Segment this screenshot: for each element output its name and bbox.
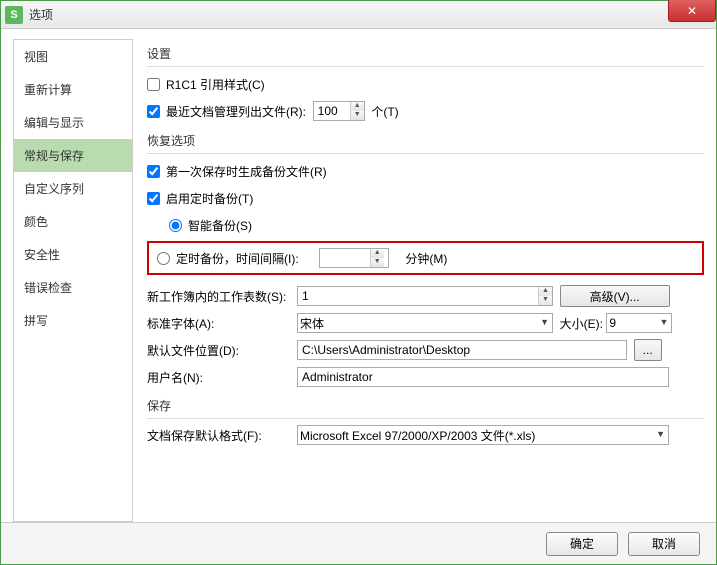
- spinner-down-icon[interactable]: ▼: [351, 111, 364, 120]
- r1c1-checkbox[interactable]: [147, 78, 160, 91]
- interval-input[interactable]: [320, 249, 370, 267]
- recent-files-input[interactable]: [314, 102, 350, 120]
- sidebar-item-general-save[interactable]: 常规与保存: [14, 139, 132, 172]
- first-save-backup-label[interactable]: 第一次保存时生成备份文件(R): [147, 163, 327, 180]
- group-settings-title: 设置: [147, 45, 704, 62]
- sheets-count-spinner[interactable]: ▲▼: [297, 286, 553, 306]
- smart-backup-radio[interactable]: [169, 219, 182, 232]
- group-recovery-title: 恢复选项: [147, 132, 704, 149]
- default-path-input[interactable]: [297, 340, 627, 360]
- sidebar-item-edit-display[interactable]: 编辑与显示: [14, 106, 132, 139]
- sidebar-item-custom-lists[interactable]: 自定义序列: [14, 172, 132, 205]
- sidebar-item-spelling[interactable]: 拼写: [14, 304, 132, 337]
- spinner-down-icon[interactable]: ▼: [539, 296, 552, 305]
- default-path-label: 默认文件位置(D):: [147, 342, 297, 359]
- sidebar-item-view[interactable]: 视图: [14, 40, 132, 73]
- std-font-label: 标准字体(A):: [147, 315, 297, 332]
- dialog-footer: 确定 取消: [1, 522, 716, 564]
- interval-backup-label[interactable]: 定时备份，时间间隔(I):: [157, 250, 299, 267]
- interval-unit: 分钟(M): [405, 250, 447, 267]
- default-format-select[interactable]: [297, 425, 669, 445]
- divider: [147, 418, 704, 419]
- cancel-button[interactable]: 取消: [628, 532, 700, 556]
- username-input[interactable]: [297, 367, 669, 387]
- r1c1-text: R1C1 引用样式(C): [166, 76, 265, 93]
- app-icon: S: [5, 6, 23, 24]
- username-label: 用户名(N):: [147, 369, 297, 386]
- r1c1-checkbox-label[interactable]: R1C1 引用样式(C): [147, 76, 265, 93]
- interval-backup-radio[interactable]: [157, 252, 170, 265]
- spinner-up-icon[interactable]: ▲: [351, 102, 364, 111]
- advanced-button[interactable]: 高级(V)...: [560, 285, 670, 307]
- sidebar-item-recalc[interactable]: 重新计算: [14, 73, 132, 106]
- recent-files-unit: 个(T): [371, 103, 398, 120]
- sidebar-item-security[interactable]: 安全性: [14, 238, 132, 271]
- font-size-label: 大小(E):: [560, 315, 603, 332]
- recent-files-text: 最近文档管理列出文件(R):: [166, 103, 306, 120]
- browse-button[interactable]: ...: [634, 339, 662, 361]
- content-panel: 设置 R1C1 引用样式(C) 最近文档管理列出文件(R): ▲▼: [133, 39, 704, 522]
- sidebar-item-error-check[interactable]: 错误检查: [14, 271, 132, 304]
- recent-files-checkbox-label[interactable]: 最近文档管理列出文件(R):: [147, 103, 306, 120]
- font-size-select[interactable]: [606, 313, 672, 333]
- timed-backup-label[interactable]: 启用定时备份(T): [147, 190, 253, 207]
- divider: [147, 153, 704, 154]
- close-button[interactable]: ✕: [668, 0, 716, 22]
- recent-files-checkbox[interactable]: [147, 105, 160, 118]
- timed-backup-text: 启用定时备份(T): [166, 190, 253, 207]
- default-format-label: 文档保存默认格式(F):: [147, 427, 297, 444]
- sidebar-item-color[interactable]: 颜色: [14, 205, 132, 238]
- titlebar: S 选项 ✕: [1, 1, 716, 29]
- timed-backup-checkbox[interactable]: [147, 192, 160, 205]
- spinner-up-icon[interactable]: ▲: [371, 249, 384, 258]
- recent-files-spinner[interactable]: ▲▼: [313, 101, 365, 121]
- std-font-select[interactable]: [297, 313, 553, 333]
- spinner-up-icon[interactable]: ▲: [539, 287, 552, 296]
- first-save-backup-checkbox[interactable]: [147, 165, 160, 178]
- spinner-down-icon[interactable]: ▼: [371, 258, 384, 267]
- ok-button[interactable]: 确定: [546, 532, 618, 556]
- category-sidebar: 视图 重新计算 编辑与显示 常规与保存 自定义序列 颜色 安全性 错误检查 拼写: [13, 39, 133, 522]
- interval-spinner[interactable]: ▲▼: [319, 248, 389, 268]
- smart-backup-text: 智能备份(S): [188, 217, 252, 234]
- smart-backup-label[interactable]: 智能备份(S): [169, 217, 252, 234]
- interval-backup-text: 定时备份，时间间隔(I):: [176, 250, 299, 267]
- divider: [147, 66, 704, 67]
- window-title: 选项: [29, 6, 53, 23]
- sheets-count-label: 新工作簿内的工作表数(S):: [147, 288, 297, 305]
- highlighted-interval-row: 定时备份，时间间隔(I): ▲▼ 分钟(M): [147, 241, 704, 275]
- group-save-title: 保存: [147, 397, 704, 414]
- first-save-backup-text: 第一次保存时生成备份文件(R): [166, 163, 327, 180]
- options-dialog: S 选项 ✕ 视图 重新计算 编辑与显示 常规与保存 自定义序列 颜色 安全性 …: [0, 0, 717, 565]
- sheets-count-input[interactable]: [298, 289, 538, 303]
